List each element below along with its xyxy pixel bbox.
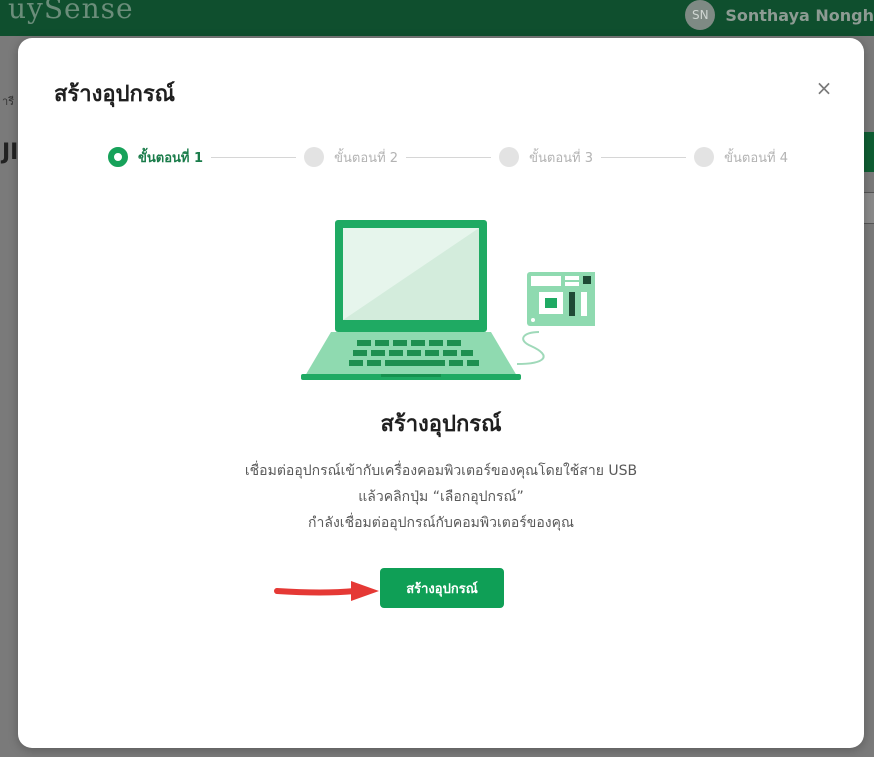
step-label: ขั้นตอนที่ 1 [138,150,204,166]
app-side-label: ารี [2,95,15,108]
step-inactive-icon [304,147,325,167]
instructions: เชื่อมต่ออุปกรณ์เข้ากับเครื่องคอมพิวเตอร… [18,458,864,536]
step-active-icon [108,147,128,167]
step-2: ขั้นตอนที่ 2 [304,147,398,168]
user-menu[interactable]: SN Sonthaya Nongh [685,0,874,30]
stepper: ขั้นตอนที่ 1 ขั้นตอนที่ 2 ขั้นตอนที่ 3 ข… [108,145,788,169]
step-connector [211,156,297,158]
close-icon[interactable]: × [812,76,836,100]
step-inactive-icon [694,147,715,167]
app-header: uySense SN Sonthaya Nongh [0,0,874,36]
red-arrow-icon [274,581,379,601]
step-1: ขั้นตอนที่ 1 [108,147,203,168]
app-logo: uySense [8,0,134,25]
avatar: SN [685,0,716,30]
step-connector [601,156,687,158]
create-device-button[interactable]: สร้างอุปกรณ์ [380,568,504,608]
content-title: สร้างอุปกรณ์ [380,412,502,437]
instruction-line: กำลังเชื่อมต่ออุปกรณ์กับคอมพิวเตอร์ของคุ… [308,515,574,531]
step-3: ขั้นตอนที่ 3 [499,147,593,168]
step-label: ขั้นตอนที่ 2 [334,150,399,166]
laptop-device-illustration [301,220,595,380]
step-4: ขั้นตอนที่ 4 [694,147,788,168]
modal-title: สร้างอุปกรณ์ [54,82,176,107]
user-name: Sonthaya Nongh [725,5,874,25]
step-inactive-icon [499,147,520,167]
create-device-modal: สร้างอุปกรณ์ × ขั้นตอนที่ 1 ขั้นตอนที่ 2… [18,38,864,748]
step-label: ขั้นตอนที่ 3 [529,150,594,166]
app-page-title-fragment: JI [2,140,19,165]
step-connector [406,156,492,158]
instruction-line: แล้วคลิกปุ่ม “เลือกอุปกรณ์” [358,489,524,505]
instruction-line: เชื่อมต่ออุปกรณ์เข้ากับเครื่องคอมพิวเตอร… [244,463,638,479]
step-label: ขั้นตอนที่ 4 [724,150,789,166]
